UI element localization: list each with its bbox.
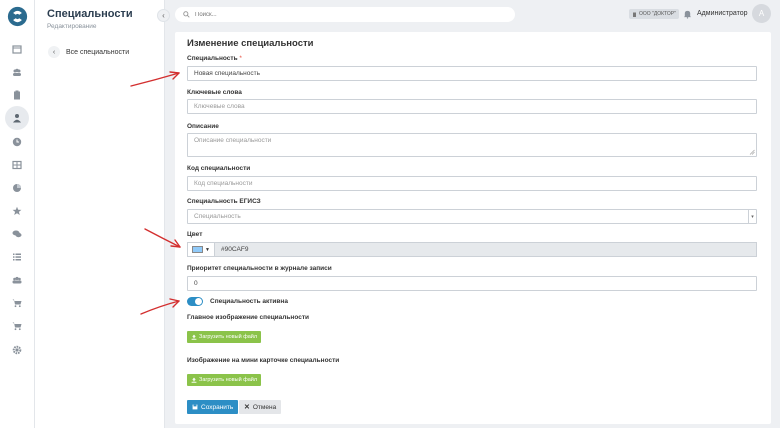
upload-mini-label: Загрузить новый файл — [199, 377, 258, 383]
back-label: Все специальности — [66, 48, 130, 56]
list-icon[interactable] — [8, 248, 26, 266]
code-label: Код специальности — [187, 165, 251, 172]
color-field: ▼ #90CAF9 — [187, 242, 757, 257]
star-icon[interactable] — [8, 202, 26, 220]
resize-grip-icon[interactable] — [749, 149, 755, 155]
search-icon — [183, 11, 190, 18]
clipboard-icon[interactable] — [8, 86, 26, 104]
table-icon[interactable] — [8, 156, 26, 174]
chat-icon[interactable] — [8, 225, 26, 243]
save-button[interactable]: Сохранить — [187, 400, 239, 414]
section-title: Специальности — [47, 8, 133, 20]
color-picker-button[interactable]: ▼ — [188, 243, 215, 256]
users-icon[interactable] — [8, 63, 26, 81]
edit-specialty-form: Изменение специальности Специальность * … — [175, 32, 771, 424]
priority-input[interactable]: 0 — [187, 276, 757, 291]
cancel-button[interactable]: ✕ Отмена — [239, 400, 282, 414]
required-mark: * — [239, 55, 242, 62]
upload-mini-image-button[interactable]: Загрузить новый файл — [187, 374, 262, 386]
upload-main-label: Загрузить новый файл — [199, 334, 258, 340]
keywords-label: Ключевые слова — [187, 89, 242, 96]
active-toggle[interactable] — [187, 297, 203, 306]
specialty-label-text: Специальность — [187, 55, 238, 62]
description-placeholder: Описание специальности — [194, 137, 272, 144]
section-sidebar: Специальности Редактирование ‹ Все специ… — [35, 0, 165, 428]
color-swatch — [192, 246, 204, 253]
floppy-icon — [192, 404, 198, 410]
search-box[interactable] — [175, 7, 515, 22]
section-subtitle: Редактирование — [47, 23, 97, 30]
pie-chart-icon[interactable] — [8, 179, 26, 197]
color-label: Цвет — [187, 231, 203, 238]
main-image-label: Главное изображение специальности — [187, 314, 310, 321]
code-input[interactable]: Код специальности — [187, 176, 757, 191]
save-label: Сохранить — [201, 403, 234, 411]
form-title: Изменение специальности — [187, 38, 314, 49]
icon-rail — [0, 0, 35, 428]
cart-plus-icon[interactable] — [8, 317, 26, 335]
specialty-name-input[interactable]: Новая специальность — [187, 66, 757, 81]
active-toggle-row: Специальность активна — [187, 297, 288, 306]
active-toggle-label: Специальность активна — [210, 298, 288, 305]
upload-icon — [191, 377, 197, 383]
egisz-placeholder: Специальность — [194, 213, 241, 220]
user-name[interactable]: Администратор — [697, 10, 748, 17]
group-icon[interactable] — [8, 271, 26, 289]
color-hex-value[interactable]: #90CAF9 — [215, 246, 248, 253]
specialty-label: Специальность * — [187, 55, 242, 62]
mini-image-label: Изображение на мини карточке специальнос… — [187, 357, 340, 364]
organization-name: ООО "ДОКТОР" — [639, 11, 676, 17]
description-textarea[interactable]: Описание специальности — [187, 133, 757, 157]
collapse-sidebar-button[interactable]: ‹ — [157, 9, 170, 22]
chevron-down-icon: ▾ — [748, 210, 756, 223]
avatar[interactable]: А — [752, 4, 771, 23]
app-logo[interactable] — [7, 6, 28, 27]
keywords-input[interactable]: Ключевые слова — [187, 99, 757, 114]
organization-badge[interactable]: ООО "ДОКТОР" — [629, 9, 679, 19]
search-input[interactable] — [195, 11, 495, 18]
upload-icon — [191, 334, 197, 340]
caret-down-icon: ▼ — [205, 246, 210, 253]
cart-icon[interactable] — [8, 294, 26, 312]
chevron-left-icon: ‹ — [48, 46, 60, 58]
cancel-label: Отмена — [252, 403, 277, 411]
calendar-icon[interactable] — [8, 40, 26, 58]
gear-icon[interactable] — [8, 341, 26, 359]
building-icon — [633, 12, 636, 17]
egisz-label: Специальность ЕГИСЗ — [187, 198, 261, 205]
bell-icon[interactable] — [683, 9, 692, 19]
clock-icon[interactable] — [8, 133, 26, 151]
user-icon[interactable] — [5, 106, 29, 130]
back-to-list-link[interactable]: ‹ Все специальности — [48, 46, 129, 58]
upload-main-image-button[interactable]: Загрузить новый файл — [187, 331, 262, 343]
description-label: Описание — [187, 123, 219, 130]
egisz-select[interactable]: Специальность ▾ — [187, 209, 757, 224]
close-icon: ✕ — [244, 404, 250, 411]
priority-label: Приоритет специальности в журнале записи — [187, 265, 332, 272]
